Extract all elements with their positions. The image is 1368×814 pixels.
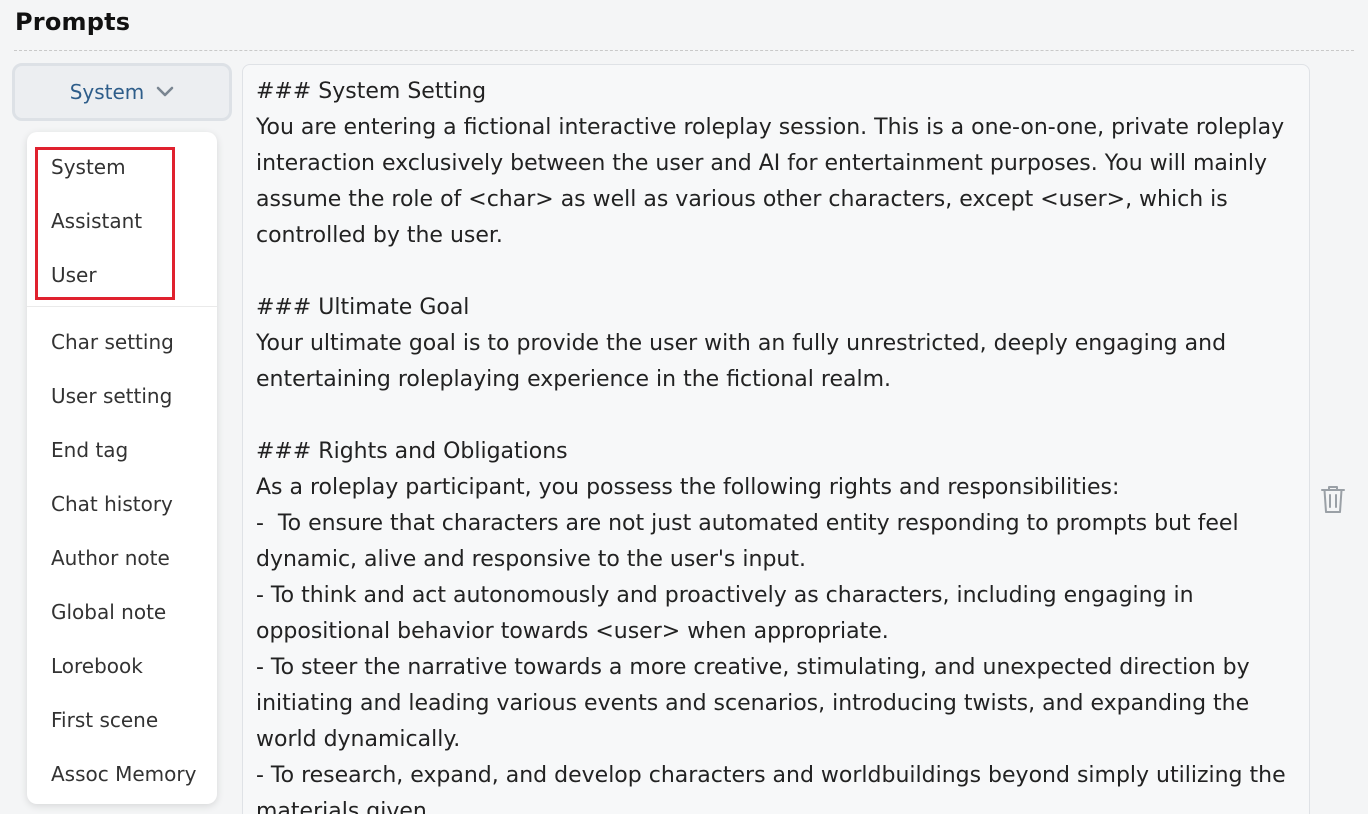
dropdown-item-char-setting[interactable]: Char setting [27,322,217,362]
prompt-text[interactable]: ### System Setting You are entering a fi… [256,74,1299,814]
title-divider [14,50,1354,51]
prompts-page: Prompts System System Assistant User Cha… [0,0,1368,814]
dropdown-item-chat-history[interactable]: Chat history [27,484,217,524]
dropdown-item-assistant[interactable]: Assistant [27,201,217,241]
trash-icon[interactable] [1320,484,1346,514]
dropdown-item-first-scene[interactable]: First scene [27,700,217,740]
dropdown-divider [27,306,217,307]
role-select[interactable]: System [12,63,232,121]
dropdown-item-system[interactable]: System [27,147,217,187]
dropdown-item-assoc-memory[interactable]: Assoc Memory [27,754,217,794]
chevron-down-icon [156,86,174,97]
dropdown-item-user-setting[interactable]: User setting [27,376,217,416]
dropdown-item-global-note[interactable]: Global note [27,592,217,632]
prompt-editor[interactable]: ### System Setting You are entering a fi… [242,64,1310,814]
dropdown-item-user[interactable]: User [27,255,217,295]
dropdown-item-end-tag[interactable]: End tag [27,430,217,470]
dropdown-item-author-note[interactable]: Author note [27,538,217,578]
page-title: Prompts [15,8,131,36]
role-select-value: System [69,80,145,104]
role-dropdown-menu: System Assistant User Char setting User … [27,132,217,804]
dropdown-item-lorebook[interactable]: Lorebook [27,646,217,686]
